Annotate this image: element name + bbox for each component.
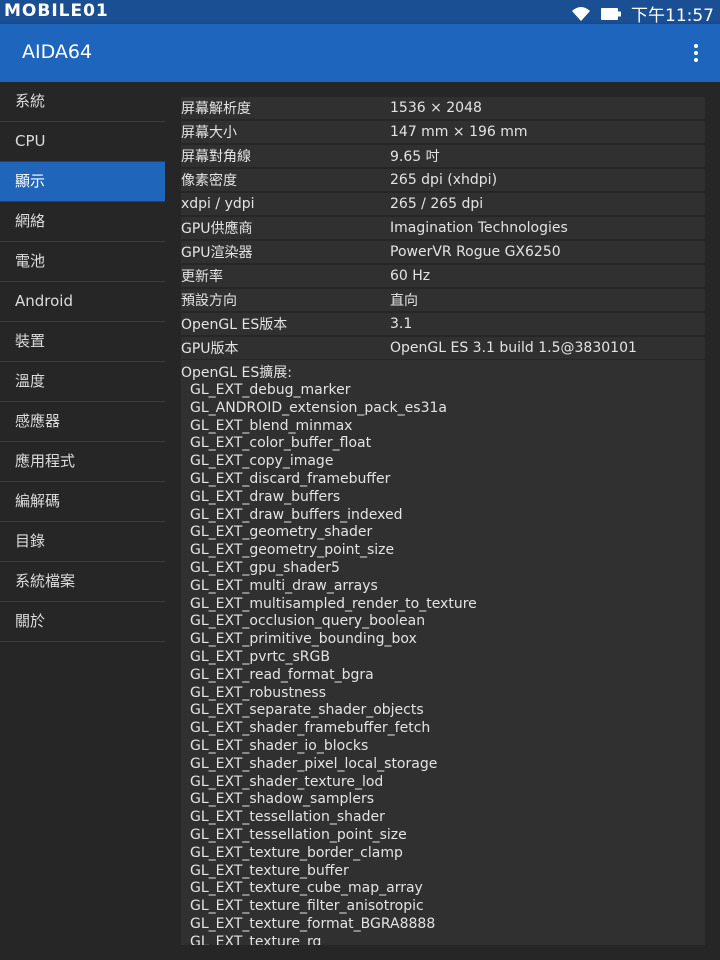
sidebar-item-device[interactable]: 裝置 [0,322,165,362]
clock: 下午11:57 [631,6,714,26]
info-value: 9.65 吋 [390,149,440,165]
info-row: GPU供應商 Imagination Technologies [181,217,705,239]
sidebar-item-cpu[interactable]: CPU [0,122,165,162]
info-row: 屏幕解析度 1536 × 2048 [181,97,705,119]
app-title: AIDA64 [22,41,93,63]
info-row: 像素密度 265 dpi (xhdpi) [181,169,705,191]
extension-item: GL_EXT_geometry_point_size [190,542,395,559]
info-row: GPU渲染器 PowerVR Rogue GX6250 [181,241,705,263]
sidebar-item-sensors[interactable]: 感應器 [0,402,165,442]
sidebar-item-battery[interactable]: 電池 [0,242,165,282]
info-key: GPU版本 [181,341,239,357]
info-key: GPU渲染器 [181,245,253,261]
sidebar-item-apps[interactable]: 應用程式 [0,442,165,482]
info-key: OpenGL ES版本 [181,317,288,333]
extension-item: GL_EXT_shadow_samplers [190,791,374,808]
sidebar-item-codecs[interactable]: 編解碼 [0,482,165,522]
extension-item: GL_EXT_shader_io_blocks [190,737,369,754]
info-row: GPU版本 OpenGL ES 3.1 build 1.5@3830101 [181,337,705,359]
status-icons: 下午11:57 [571,1,714,26]
info-key: 像素密度 [181,173,237,189]
status-bar: MOBILE01 下午11:57 [0,0,720,26]
extension-item: GL_EXT_texture_cube_map_array [190,880,423,897]
sidebar-item-display[interactable]: 顯示 [0,162,165,202]
extension-item: GL_EXT_debug_marker [190,382,351,398]
battery-icon [601,7,621,20]
info-value: 1536 × 2048 [390,100,482,116]
info-value: 3.1 [390,316,413,332]
info-key: 預設方向 [181,293,237,309]
extension-item: GL_EXT_copy_image [190,453,334,470]
wifi-icon [572,6,590,21]
info-row: 更新率 60 Hz [181,265,705,287]
extensions-list-box[interactable]: OpenGL ES擴展: GL_EXT_debug_marker GL_ANDRO… [181,360,705,945]
info-table: 屏幕解析度 1536 × 2048 屏幕大小 147 mm × 196 mm 屏幕對… [181,97,705,361]
info-value: OpenGL ES 3.1 build 1.5@3830101 [390,340,637,356]
info-value: 147 mm × 196 mm [390,124,528,140]
sidebar-item-temperature[interactable]: 溫度 [0,362,165,402]
info-row: 預設方向 直向 [181,289,705,311]
extension-item: GL_EXT_texture_format_BGRA8888 [190,915,436,932]
extension-item: GL_EXT_pvrtc_sRGB [190,648,330,665]
info-key: 屏幕大小 [181,125,237,141]
info-value: 265 dpi (xhdpi) [390,172,498,188]
sidebar-item-directories[interactable]: 目錄 [0,522,165,562]
extension-item: GL_EXT_shader_pixel_local_storage [190,755,438,772]
extension-item: GL_EXT_draw_buffers [190,488,341,505]
extension-item: GL_EXT_draw_buffers_indexed [190,506,403,523]
extension-item: GL_EXT_blend_minmax [190,417,353,434]
info-value: 265 / 265 dpi [390,196,484,212]
extension-item: GL_ANDROID_extension_pack_es31a [190,399,447,416]
extension-item: GL_EXT_shader_texture_lod [190,773,384,790]
extension-item: GL_EXT_texture_border_clamp [190,844,403,861]
info-row: 屏幕大小 147 mm × 196 mm [181,121,705,143]
info-key: GPU供應商 [181,221,253,237]
extension-item: GL_EXT_tessellation_point_size [190,826,407,843]
info-row: OpenGL ES版本 3.1 [181,313,705,335]
info-value: Imagination Technologies [390,220,568,236]
extensions-header: OpenGL ES擴展: [181,365,292,381]
extension-item: GL_EXT_occlusion_query_boolean [190,613,426,630]
extension-item: GL_EXT_geometry_shader [190,524,373,541]
extension-item: GL_EXT_texture_rg [190,933,322,945]
overflow-menu-icon[interactable] [692,44,700,62]
info-value: PowerVR Rogue GX6250 [390,244,561,260]
extension-item: GL_EXT_color_buffer_float [190,435,372,452]
extension-item: GL_EXT_gpu_shader5 [190,559,340,576]
extension-item: GL_EXT_texture_buffer [190,862,349,879]
extension-item: GL_EXT_shader_framebuffer_fetch [190,720,431,737]
extension-item: GL_EXT_read_format_bgra [190,666,374,683]
extension-item: GL_EXT_discard_framebuffer [190,470,391,487]
display-info-panel: 屏幕解析度 1536 × 2048 屏幕大小 147 mm × 196 mm 屏幕對… [165,82,720,960]
extension-item: GL_EXT_multi_draw_arrays [190,577,378,594]
extensions-list: GL_EXT_debug_marker GL_ANDROID_extension_… [181,382,705,945]
info-value: 60 Hz [390,268,431,284]
info-row: 屏幕對角線 9.65 吋 [181,145,705,167]
info-value: 直向 [390,293,418,309]
sidebar-item-about[interactable]: 關於 [0,602,165,642]
watermark: MOBILE01 [4,1,109,21]
app-bar: AIDA64 [0,24,720,82]
info-key: xdpi / ydpi [181,196,255,212]
sidebar: 系統 CPU 顯示 網絡 電池 Android 裝置 溫度 感應器 應用程式 編… [0,82,166,960]
sidebar-item-android[interactable]: Android [0,282,165,322]
info-row: xdpi / ydpi 265 / 265 dpi [181,193,705,215]
sidebar-item-system[interactable]: 系統 [0,82,165,122]
extension-item: GL_EXT_texture_filter_anisotropic [190,898,424,915]
extension-item: GL_EXT_robustness [190,684,327,701]
extension-item: GL_EXT_separate_shader_objects [190,702,424,719]
sidebar-item-network[interactable]: 網絡 [0,202,165,242]
sidebar-item-system-files[interactable]: 系統檔案 [0,562,165,602]
info-key: 屏幕解析度 [181,101,251,117]
extension-item: GL_EXT_multisampled_render_to_texture [190,595,477,612]
extension-item: GL_EXT_tessellation_shader [190,809,385,826]
info-key: 屏幕對角線 [181,149,251,165]
extension-item: GL_EXT_primitive_bounding_box [190,631,417,648]
info-key: 更新率 [181,269,223,285]
